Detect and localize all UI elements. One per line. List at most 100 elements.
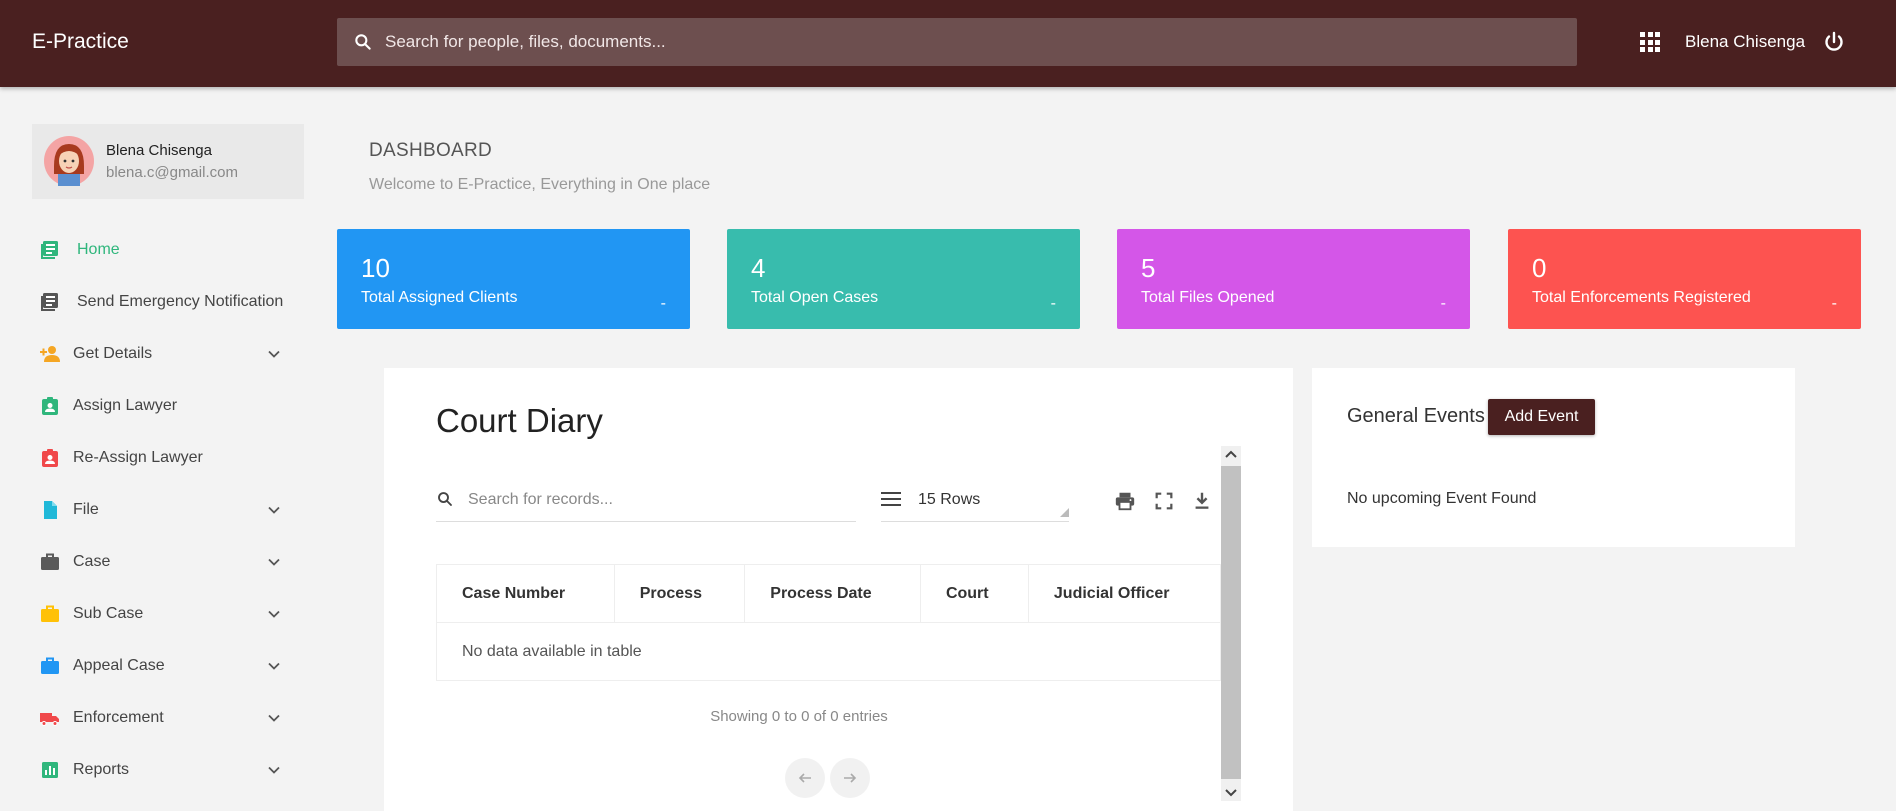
file-icon <box>44 501 57 519</box>
briefcase-icon <box>41 605 59 622</box>
column-header-judicial-officer[interactable]: Judicial Officer <box>1027 564 1222 623</box>
sidebar-item-label: Assign Lawyer <box>73 397 178 414</box>
resize-handle-icon <box>1060 508 1069 517</box>
person-add-icon <box>40 346 60 362</box>
stat-card-files-opened[interactable]: 5 Total Files Opened - <box>1117 229 1470 329</box>
arrow-left-icon <box>798 773 811 783</box>
panel-scrollbar[interactable] <box>1221 446 1241 801</box>
sidebar-item-label: File <box>73 501 99 518</box>
empty-table-message: No data available in table <box>436 622 1221 681</box>
global-search[interactable] <box>337 18 1577 66</box>
record-search[interactable] <box>436 478 856 522</box>
profile-card: Blena Chisenga blena.c@gmail.com <box>32 124 304 199</box>
no-events-message: No upcoming Event Found <box>1347 490 1537 507</box>
sidebar-item-get-details[interactable]: Get Details <box>40 334 300 374</box>
global-search-input[interactable] <box>385 18 1555 66</box>
top-bar: E-Practice Blena Chisenga <box>0 0 1896 87</box>
news-icon <box>41 241 58 259</box>
stat-value: 10 <box>361 253 390 283</box>
sidebar-item-label: Case <box>73 553 111 570</box>
print-icon[interactable] <box>1114 490 1136 512</box>
page-subtitle: Welcome to E-Practice, Everything in One… <box>369 176 711 193</box>
sidebar-item-label: Send Emergency Notification <box>77 293 284 310</box>
court-diary-panel: Court Diary 15 Rows Case Number Process … <box>384 368 1293 811</box>
brand-logo[interactable]: E-Practice <box>32 30 129 54</box>
general-events-title: General Events <box>1347 405 1485 427</box>
scroll-down-icon[interactable] <box>1221 783 1241 801</box>
search-icon <box>438 492 452 506</box>
menu-icon <box>881 492 901 506</box>
sidebar-item-label: Get Details <box>73 345 153 362</box>
stat-card-assigned-clients[interactable]: 10 Total Assigned Clients - <box>337 229 690 329</box>
chevron-down-icon <box>268 714 280 722</box>
stat-value: 5 <box>1141 253 1156 283</box>
chevron-down-icon <box>268 506 280 514</box>
briefcase-icon <box>41 553 59 570</box>
stat-dash: - <box>1050 295 1056 312</box>
chevron-down-icon <box>268 350 280 358</box>
stat-label: Total Enforcements Registered <box>1532 289 1751 306</box>
sidebar-item-sub-case[interactable]: Sub Case <box>40 594 300 634</box>
table-info: Showing 0 to 0 of 0 entries <box>710 708 888 725</box>
avatar <box>44 136 94 186</box>
stat-label: Total Files Opened <box>1141 289 1275 306</box>
chevron-down-icon <box>268 662 280 670</box>
page-title: DASHBOARD <box>369 140 493 161</box>
sidebar-item-home[interactable]: Home <box>40 230 300 270</box>
chevron-down-icon <box>268 766 280 774</box>
sidebar-item-assign-lawyer[interactable]: Assign Lawyer <box>40 386 300 426</box>
user-menu[interactable]: Blena Chisenga <box>1685 32 1805 52</box>
sidebar-item-appeal-case[interactable]: Appeal Case <box>40 646 300 686</box>
stat-dash: - <box>1831 295 1837 312</box>
sidebar-item-label: Reports <box>73 761 130 778</box>
scroll-up-icon[interactable] <box>1221 446 1241 464</box>
sidebar-item-label: Appeal Case <box>73 657 165 674</box>
rows-per-page-value: 15 Rows <box>918 491 981 508</box>
sidebar-item-file[interactable]: File <box>40 490 300 530</box>
rows-per-page-select[interactable]: 15 Rows <box>881 478 1069 522</box>
badge-icon <box>42 449 58 467</box>
fullscreen-icon[interactable] <box>1153 490 1175 512</box>
sidebar-item-label: Enforcement <box>73 709 164 726</box>
chevron-down-icon <box>268 558 280 566</box>
sidebar-item-case[interactable]: Case <box>40 542 300 582</box>
court-diary-table: Case Number Process Process Date Court J… <box>436 564 1222 681</box>
column-header-case-number[interactable]: Case Number <box>436 564 615 623</box>
news-icon <box>41 293 58 311</box>
stat-value: 0 <box>1532 253 1547 283</box>
sidebar-item-label: Home <box>77 241 120 258</box>
stat-value: 4 <box>751 253 766 283</box>
sidebar-item-reports[interactable]: Reports <box>40 750 300 790</box>
prev-page-button[interactable] <box>785 758 825 798</box>
scrollbar-thumb[interactable] <box>1221 466 1241 779</box>
next-page-button[interactable] <box>830 758 870 798</box>
search-icon <box>355 34 371 50</box>
sidebar-item-enforcement[interactable]: Enforcement <box>40 698 300 738</box>
download-icon[interactable] <box>1191 490 1213 512</box>
profile-email: blena.c@gmail.com <box>106 164 238 181</box>
stat-card-open-cases[interactable]: 4 Total Open Cases - <box>727 229 1080 329</box>
sidebar-item-label: Re-Assign Lawyer <box>73 449 203 466</box>
stat-label: Total Assigned Clients <box>361 289 518 306</box>
court-diary-title: Court Diary <box>436 402 603 439</box>
column-header-court[interactable]: Court <box>919 564 1029 623</box>
profile-name: Blena Chisenga <box>106 142 212 159</box>
column-header-process-date[interactable]: Process Date <box>744 564 921 623</box>
column-header-process[interactable]: Process <box>613 564 746 623</box>
table-row: No data available in table <box>436 622 1221 681</box>
add-event-button[interactable]: Add Event <box>1488 399 1595 435</box>
sidebar-item-re-assign-lawyer[interactable]: Re-Assign Lawyer <box>40 438 300 478</box>
apps-grid-icon[interactable] <box>1640 32 1660 52</box>
stat-card-enforcements[interactable]: 0 Total Enforcements Registered - <box>1508 229 1861 329</box>
sidebar-item-send-emergency-notification[interactable]: Send Emergency Notification <box>40 282 300 322</box>
power-icon[interactable] <box>1822 30 1846 54</box>
chart-icon <box>42 762 58 778</box>
record-search-input[interactable] <box>468 478 848 522</box>
stat-dash: - <box>1440 295 1446 312</box>
chevron-down-icon <box>268 610 280 618</box>
briefcase-icon <box>41 657 59 674</box>
table-header-row: Case Number Process Process Date Court J… <box>436 564 1222 623</box>
stat-label: Total Open Cases <box>751 289 879 306</box>
stat-dash: - <box>660 295 666 312</box>
sidebar-item-label: Sub Case <box>73 605 144 622</box>
